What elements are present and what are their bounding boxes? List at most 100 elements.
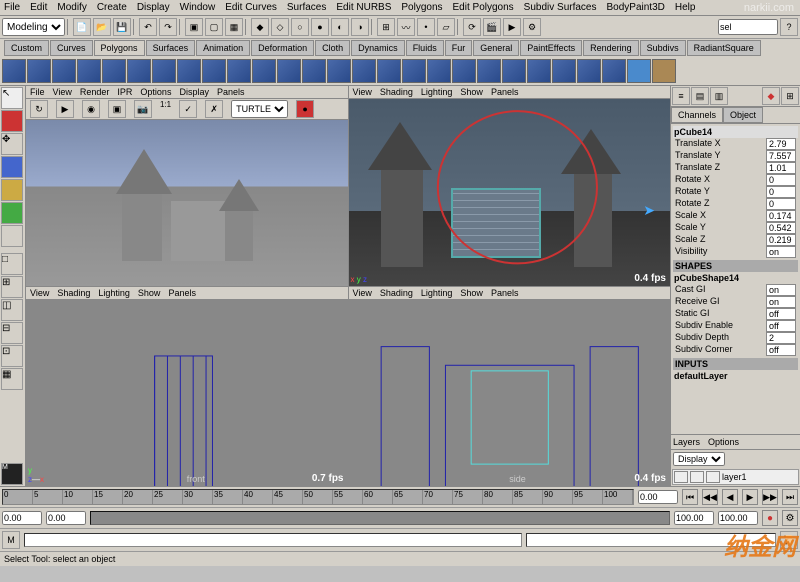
shelf-tab-polygons[interactable]: Polygons: [94, 40, 145, 56]
rv-region-icon[interactable]: ▣: [108, 100, 126, 118]
shelf-tab-custom[interactable]: Custom: [4, 40, 49, 56]
rv-snapshot-icon[interactable]: 📷: [134, 100, 152, 118]
vp-panels-f[interactable]: Panels: [168, 288, 196, 298]
attr-value[interactable]: 0.219: [766, 234, 796, 246]
select-tool-icon[interactable]: ↖: [1, 87, 23, 109]
attr-value[interactable]: 0: [766, 174, 796, 186]
snap-point-icon[interactable]: •: [417, 18, 435, 36]
layout-single-icon[interactable]: □: [1, 253, 23, 275]
mask2-icon[interactable]: ◇: [271, 18, 289, 36]
poly-tool15-icon[interactable]: [602, 59, 626, 83]
layout-3-icon[interactable]: ⊡: [1, 345, 23, 367]
history-icon[interactable]: ⟳: [463, 18, 481, 36]
render-icon[interactable]: 🎬: [483, 18, 501, 36]
prefs-icon[interactable]: ⚙: [782, 510, 798, 526]
vp-show-f[interactable]: Show: [138, 288, 161, 298]
layout-custom-icon[interactable]: ▦: [1, 368, 23, 390]
rv-options[interactable]: Options: [140, 87, 171, 97]
shelf-tab-dynamics[interactable]: Dynamics: [351, 40, 405, 56]
redo-icon[interactable]: ↷: [159, 18, 177, 36]
ipr-icon[interactable]: ▶: [503, 18, 521, 36]
rv-ipr-icon[interactable]: ◉: [82, 100, 100, 118]
snap-plane-icon[interactable]: ▱: [437, 18, 455, 36]
step-back-icon[interactable]: ◀◀: [702, 489, 718, 505]
layers-menu-layers[interactable]: Layers: [673, 437, 700, 447]
inputs-name[interactable]: defaultLayer: [673, 370, 798, 382]
mask3-icon[interactable]: ○: [291, 18, 309, 36]
mel-toggle-icon[interactable]: M: [2, 531, 20, 549]
scale-tool-icon[interactable]: [1, 179, 23, 201]
undo-icon[interactable]: ↶: [139, 18, 157, 36]
menu-create[interactable]: Create: [97, 2, 127, 13]
menu-edit[interactable]: Edit: [30, 2, 47, 13]
mode-dropdown[interactable]: Modeling: [2, 18, 65, 36]
menu-editcurves[interactable]: Edit Curves: [225, 2, 277, 13]
vp-lighting-s[interactable]: Lighting: [421, 288, 453, 298]
last-tool-icon[interactable]: [1, 225, 23, 247]
shelf-tab-fluids[interactable]: Fluids: [406, 40, 444, 56]
attr-value[interactable]: 2.79: [766, 138, 796, 150]
vp-shading[interactable]: Shading: [380, 87, 413, 97]
poly-tool8-icon[interactable]: [427, 59, 451, 83]
rotate-tool-icon[interactable]: [1, 156, 23, 178]
ipt-icon[interactable]: [652, 59, 676, 83]
layout-2h-icon[interactable]: ⊟: [1, 322, 23, 344]
render-content[interactable]: [26, 120, 348, 286]
sel-input[interactable]: [718, 19, 778, 35]
poly-tool13-icon[interactable]: [552, 59, 576, 83]
side-content[interactable]: 0.4 fps side: [349, 300, 671, 487]
quick-help-icon[interactable]: ?: [780, 18, 798, 36]
cb-icon1[interactable]: ≡: [672, 87, 690, 105]
current-frame-input[interactable]: [638, 490, 678, 504]
vp-shading-f[interactable]: Shading: [57, 288, 90, 298]
select-comp-icon[interactable]: ▦: [225, 18, 243, 36]
poly-sphere-icon[interactable]: [2, 59, 26, 83]
save-scene-icon[interactable]: 💾: [113, 18, 131, 36]
layers-menu-options[interactable]: Options: [708, 437, 739, 447]
anim-end-input[interactable]: [718, 511, 758, 525]
mask6-icon[interactable]: ◑: [351, 18, 369, 36]
shape-attr-value[interactable]: off: [766, 344, 796, 356]
snap-curve-icon[interactable]: 〰: [397, 18, 415, 36]
select-hier-icon[interactable]: ▣: [185, 18, 203, 36]
move-tool-icon[interactable]: ✥: [1, 133, 23, 155]
snap-grid-icon[interactable]: ⊞: [377, 18, 395, 36]
shelf-tab-general[interactable]: General: [473, 40, 519, 56]
shelf-tab-cloth[interactable]: Cloth: [315, 40, 350, 56]
rv-redo-icon[interactable]: ↻: [30, 100, 48, 118]
menu-editpolygons[interactable]: Edit Polygons: [453, 2, 514, 13]
rv-ipr[interactable]: IPR: [117, 87, 132, 97]
poly-pipe-icon[interactable]: [202, 59, 226, 83]
shelf-tab-deformation[interactable]: Deformation: [251, 40, 314, 56]
attr-value[interactable]: 0.174: [766, 210, 796, 222]
select-obj-icon[interactable]: ▢: [205, 18, 223, 36]
shelf-tab-painteffects[interactable]: PaintEffects: [520, 40, 582, 56]
step-fwd-icon[interactable]: ▶▶: [762, 489, 778, 505]
attr-value[interactable]: 0.542: [766, 222, 796, 234]
goto-start-icon[interactable]: ⏮: [682, 489, 698, 505]
front-content[interactable]: 0.7 fps front yz—x: [26, 300, 348, 487]
cb-icon4[interactable]: ◆: [762, 87, 780, 105]
shelf-tab-surfaces[interactable]: Surfaces: [146, 40, 196, 56]
shelf-tab-subdivs[interactable]: Subdivs: [640, 40, 686, 56]
rv-remove-icon[interactable]: ✗: [205, 100, 223, 118]
poly-tool2-icon[interactable]: [277, 59, 301, 83]
manip-tool-icon[interactable]: [1, 202, 23, 224]
shelf-tab-animation[interactable]: Animation: [196, 40, 250, 56]
menu-surfaces[interactable]: Surfaces: [287, 2, 326, 13]
vp-panels[interactable]: Panels: [491, 87, 519, 97]
rv-view[interactable]: View: [53, 87, 72, 97]
open-scene-icon[interactable]: 📂: [93, 18, 111, 36]
rv-render-icon[interactable]: ▶: [56, 100, 74, 118]
poly-tool7-icon[interactable]: [402, 59, 426, 83]
range-end-input[interactable]: [674, 511, 714, 525]
poly-tool11-icon[interactable]: [502, 59, 526, 83]
vp-show-s[interactable]: Show: [460, 288, 483, 298]
rv-stop-icon[interactable]: ●: [296, 100, 314, 118]
range-track[interactable]: [90, 511, 670, 525]
poly-tool9-icon[interactable]: [452, 59, 476, 83]
poly-plane-icon[interactable]: [102, 59, 126, 83]
mel-icon[interactable]: [627, 59, 651, 83]
layout-2v-icon[interactable]: ◫: [1, 299, 23, 321]
auto-key-icon[interactable]: ●: [762, 510, 778, 526]
